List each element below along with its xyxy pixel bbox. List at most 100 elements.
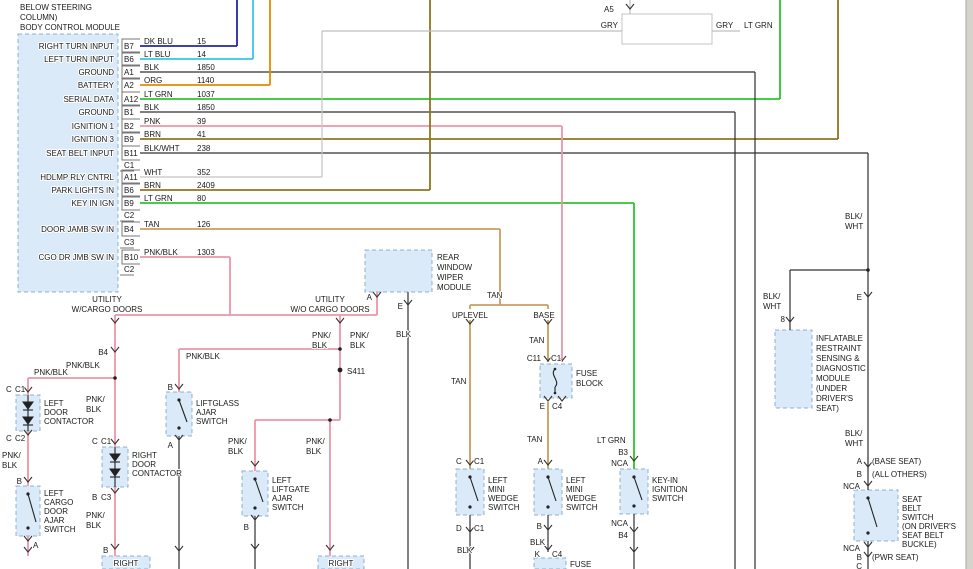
wire-color-label: PNK/BLK (144, 248, 178, 257)
wire-color-label: ORG (144, 76, 162, 85)
wire-color-label: TAN (529, 336, 545, 345)
component-name: FUSE (576, 369, 597, 378)
wire-color-label: TAN (527, 435, 543, 444)
pin-id: B (537, 522, 542, 531)
wire-color-label: TAN (451, 377, 467, 386)
wire-color-label: BLK (396, 330, 412, 339)
branch-label: BASE (533, 311, 554, 320)
wire-color-label: DK BLU (144, 37, 173, 46)
fuse-partial-box (534, 558, 566, 569)
component-name: LEFT (44, 489, 64, 498)
branch-label: UPLEVEL (452, 311, 489, 320)
component-name: SWITCH (488, 503, 520, 512)
pin-id: C1 (474, 457, 485, 466)
splice-dot (113, 376, 117, 380)
bcm-pin-id: B6 (124, 186, 134, 195)
wire-color-label: BLK (530, 538, 546, 547)
bcm-pin-id: B9 (124, 135, 134, 144)
bcm-pin-function: HDLMP RLY CNTRL (40, 173, 114, 182)
bcm-title: COLUMN) (20, 13, 58, 22)
bcm-pin-id: A1 (124, 68, 134, 77)
wire-color-label: LT GRN (144, 194, 173, 203)
component-name: WEDGE (566, 494, 596, 503)
wire-color-label: LT GRN (744, 21, 773, 30)
branch-label: W/CARGO DOORS (72, 305, 143, 314)
wire-color-label: BLK (228, 447, 244, 456)
pin-id: B (857, 553, 862, 562)
circuit-number: 126 (197, 220, 211, 229)
component-name: WINDOW (437, 263, 473, 272)
wire-color-label: PNK/ (2, 451, 21, 460)
circuit-number: 1303 (197, 248, 215, 257)
pin-id: A (33, 541, 39, 550)
component-name: DOOR (44, 408, 68, 417)
wire-color-label: PNK/ (86, 511, 105, 520)
bcm-pin-function: LEFT TURN INPUT (44, 55, 114, 64)
pin-id: B (103, 546, 108, 555)
pin-id: K (535, 550, 541, 559)
bcm-pin-function: BATTERY (78, 81, 115, 90)
wire-color-label: PNK/ (306, 437, 325, 446)
component-name: WIPER (437, 273, 463, 282)
wire-color-label: BLK (312, 341, 328, 350)
wire-color-label: WHT (763, 302, 781, 311)
seat-belt-switch-box (854, 490, 898, 541)
pin-id: B3 (618, 448, 628, 457)
bcm-pin-id: B2 (124, 122, 134, 131)
bcm-title: BODY CONTROL MODULE (20, 23, 120, 32)
circuit-number: 80 (197, 194, 206, 203)
component-name: MINI (566, 485, 583, 494)
component-name: LIFTGLASS (196, 399, 239, 408)
component-name: WEDGE (488, 494, 518, 503)
component-name: SENSING & (816, 354, 860, 363)
splice-dot (338, 347, 342, 351)
circuit-number: 15 (197, 37, 206, 46)
wire-color-label: BLK/ (845, 429, 863, 438)
splice-dot (866, 268, 870, 272)
component-name: SEAT BELT (902, 531, 944, 540)
wire-color-label: BLK (86, 521, 102, 530)
wire-color-label: PNK/BLK (186, 352, 220, 361)
pin-id: C1 (551, 354, 562, 363)
wire-color-label: PNK/BLK (66, 361, 100, 370)
component-name: DOOR (44, 507, 68, 516)
component-name: SWITCH (652, 494, 684, 503)
wire-color-label: PNK/ (228, 437, 247, 446)
wire-color-label: BLK (350, 341, 366, 350)
pin-id: B (168, 383, 173, 392)
pin-id: C (856, 562, 862, 569)
pin-id: B (857, 470, 862, 479)
pin-id: C4 (552, 402, 563, 411)
circuit-number: 1850 (197, 63, 215, 72)
component-name: RIGHT (114, 559, 139, 568)
bcm-pin-id: A2 (124, 81, 134, 90)
component-name: BUCKLE) (902, 540, 937, 549)
bcm-pin-function: SERIAL DATA (63, 95, 114, 104)
component-name: RIGHT (132, 451, 157, 460)
inline-connector-id: E (857, 293, 862, 302)
component-name: AJAR (272, 494, 293, 503)
pin-id: C3 (101, 493, 112, 502)
pin-id: C2 (15, 434, 26, 443)
pin-id: D (456, 524, 462, 533)
circuit-number: 39 (197, 117, 206, 126)
component-name: LEFT (566, 476, 586, 485)
wire-color-label: BLK/ (845, 212, 863, 221)
circuit-number: 238 (197, 144, 211, 153)
bcm-pin-function: GROUND (78, 68, 114, 77)
wire-color-label: PNK/ (350, 331, 369, 340)
bcm-pin-function: RIGHT TURN INPUT (39, 42, 114, 51)
wiring-diagram: BELOW STEERING COLUMN) BODY CONTROL MODU… (0, 0, 973, 569)
splice-label: S411 (347, 367, 366, 376)
bcm-pin-id: B4 (124, 225, 134, 234)
pin-id: NCA (843, 482, 861, 491)
wire-color-label: PNK/ (86, 395, 105, 404)
circuit-number: 1850 (197, 103, 215, 112)
component-name: BELT (902, 504, 922, 513)
component-name: SWITCH (44, 525, 76, 534)
pin-id: B (17, 477, 22, 486)
component-name: LEFT (44, 399, 64, 408)
component-name: RESTRAINT (816, 344, 861, 353)
component-name: DIAGNOSTIC (816, 364, 866, 373)
wire-color-label: GRY (716, 21, 734, 30)
